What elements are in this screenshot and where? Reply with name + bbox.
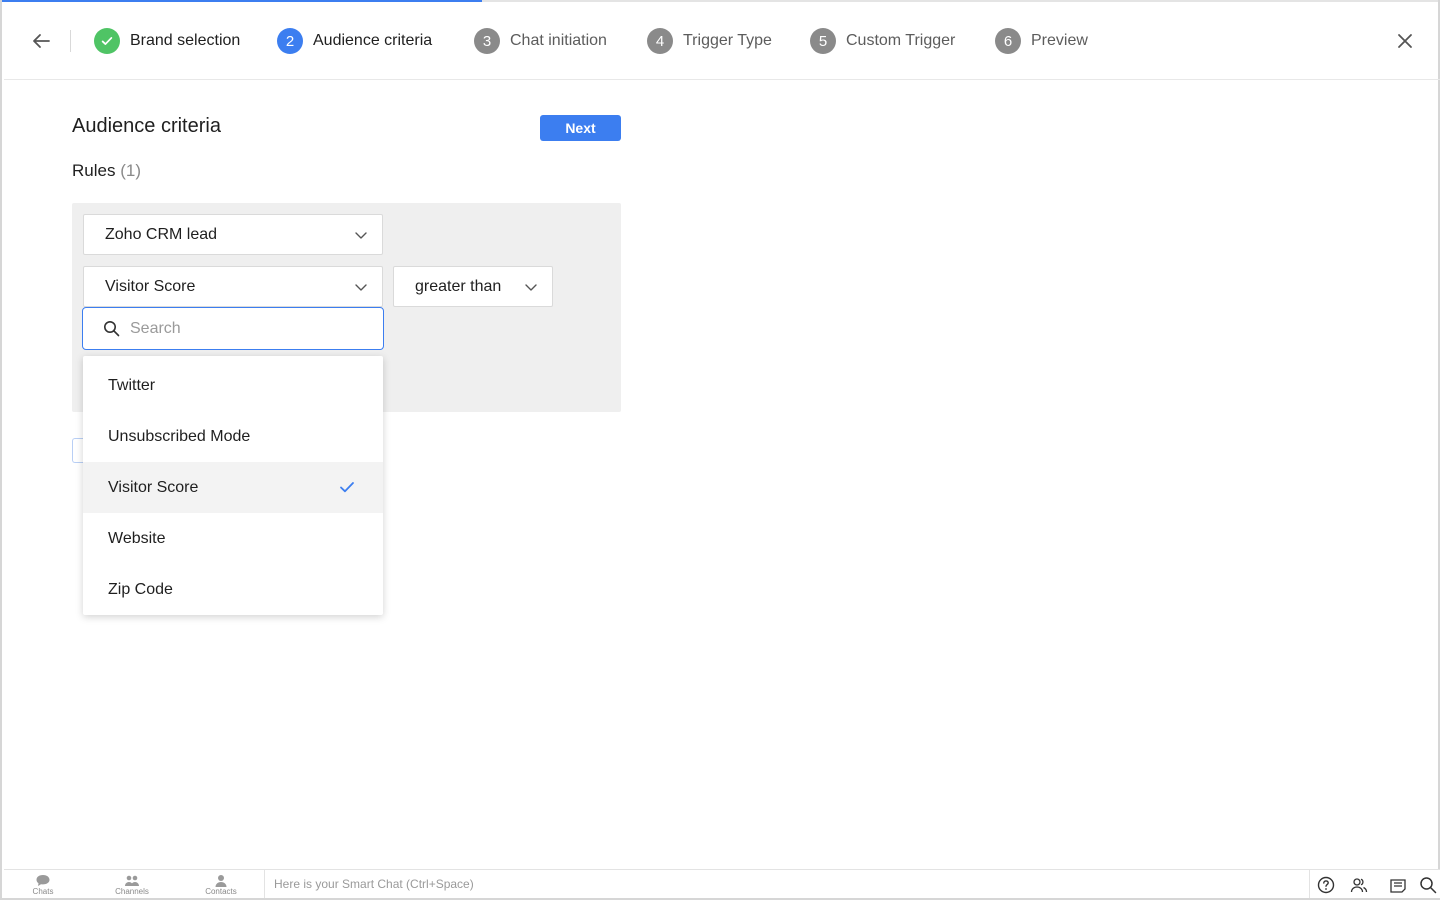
- checkmark-icon: [340, 482, 354, 493]
- back-arrow-icon[interactable]: [28, 28, 54, 54]
- step-label: Preview: [1031, 32, 1088, 49]
- rules-count: (1): [120, 161, 141, 180]
- dropdown-option-unsubscribed-mode[interactable]: Unsubscribed Mode: [83, 411, 383, 462]
- bottom-bar: Chats Channels Contacts Here is your Sma…: [4, 869, 1440, 898]
- operator-select-value: greater than: [415, 277, 502, 295]
- close-icon[interactable]: [1392, 28, 1418, 54]
- step-label: Brand selection: [130, 32, 241, 49]
- field-select[interactable]: Visitor Score: [83, 266, 383, 307]
- users-icon[interactable]: [1350, 876, 1368, 894]
- rules-heading: Rules (1): [72, 161, 141, 181]
- header-divider: [70, 30, 71, 52]
- search-input[interactable]: [130, 319, 350, 338]
- check-circle-icon: [94, 28, 120, 54]
- nav-label: Chats: [32, 887, 54, 896]
- search-icon[interactable]: [1419, 876, 1437, 894]
- chevron-down-icon: [355, 232, 367, 239]
- chevron-down-icon: [525, 284, 537, 291]
- next-button[interactable]: Next: [540, 115, 621, 141]
- smart-chat-input[interactable]: Here is your Smart Chat (Ctrl+Space): [264, 870, 1310, 898]
- step-label: Trigger Type: [683, 32, 772, 49]
- step-label: Chat initiation: [510, 32, 607, 49]
- step-number: 3: [474, 28, 500, 54]
- source-select-value: Zoho CRM lead: [105, 225, 218, 243]
- dropdown-option-visitor-score[interactable]: Visitor Score: [83, 462, 383, 513]
- nav-channels[interactable]: Channels: [102, 874, 162, 898]
- step-number: 4: [647, 28, 673, 54]
- nav-contacts[interactable]: Contacts: [191, 874, 251, 898]
- option-label: Visitor Score: [108, 478, 199, 496]
- contact-icon: [215, 875, 227, 887]
- option-label: Zip Code: [108, 580, 173, 598]
- option-label: Website: [108, 529, 166, 547]
- channels-icon: [125, 875, 139, 886]
- step-number: 6: [995, 28, 1021, 54]
- step-preview[interactable]: 6 Preview: [995, 26, 1088, 56]
- dropdown-option-website[interactable]: Website: [83, 513, 383, 564]
- step-number: 5: [810, 28, 836, 54]
- chat-bubble-icon: [36, 875, 50, 886]
- step-chat-initiation[interactable]: 3 Chat initiation: [474, 26, 607, 56]
- nav-chats[interactable]: Chats: [13, 874, 73, 898]
- step-custom-trigger[interactable]: 5 Custom Trigger: [810, 26, 955, 56]
- field-dropdown-menu: Twitter Unsubscribed Mode Visitor Score …: [83, 356, 383, 615]
- nav-label: Contacts: [205, 887, 237, 896]
- dropdown-search: [82, 307, 384, 350]
- page-title: Audience criteria: [72, 115, 221, 137]
- nav-label: Channels: [115, 887, 149, 896]
- operator-select[interactable]: greater than: [393, 266, 553, 307]
- search-icon: [104, 321, 120, 337]
- step-number: 2: [277, 28, 303, 54]
- step-label: Custom Trigger: [846, 32, 956, 49]
- notes-icon[interactable]: [1389, 876, 1407, 894]
- source-select[interactable]: Zoho CRM lead: [83, 214, 383, 255]
- step-trigger-type[interactable]: 4 Trigger Type: [647, 26, 772, 56]
- field-select-value: Visitor Score: [105, 277, 196, 295]
- option-label: Unsubscribed Mode: [108, 427, 251, 445]
- stepper-header: Brand selection 2 Audience criteria 3 Ch…: [4, 2, 1440, 80]
- dropdown-option-twitter[interactable]: Twitter: [83, 360, 383, 411]
- chevron-down-icon: [355, 284, 367, 291]
- help-icon[interactable]: [1317, 876, 1335, 894]
- step-audience-criteria[interactable]: 2 Audience criteria: [277, 26, 432, 56]
- step-label: Audience criteria: [313, 32, 433, 49]
- option-label: Twitter: [108, 376, 156, 394]
- app-window: Brand selection 2 Audience criteria 3 Ch…: [0, 0, 1440, 900]
- dropdown-option-zip-code[interactable]: Zip Code: [83, 564, 383, 615]
- rules-label: Rules: [72, 161, 116, 180]
- step-brand-selection[interactable]: Brand selection: [94, 26, 240, 56]
